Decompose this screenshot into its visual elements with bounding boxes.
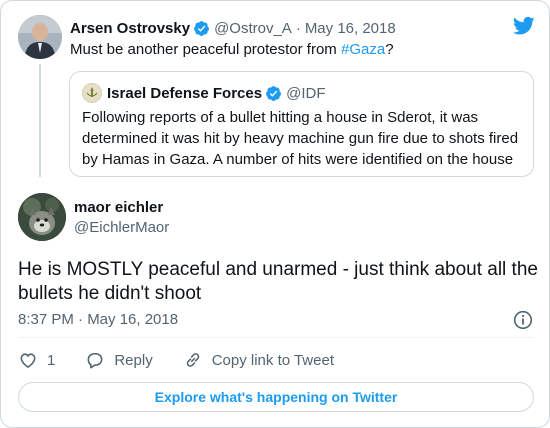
reply-label: Reply	[114, 351, 153, 369]
embedded-tweet-card: Arsen Ostrovsky @Ostrov_A · May 16, 2018…	[0, 0, 550, 428]
hashtag-link[interactable]: #Gaza	[341, 41, 385, 58]
separator-dot: ·	[295, 19, 301, 37]
like-count: 1	[47, 351, 56, 369]
main-author-name[interactable]: maor eichler	[74, 199, 163, 216]
quoted-tweet-text: Following reports of a bullet hitting a …	[82, 109, 519, 168]
verified-badge-icon	[193, 20, 210, 37]
link-icon	[186, 353, 199, 367]
tweet-actions: 1 Reply Copy link to Tweet	[18, 349, 364, 371]
verified-badge-icon	[265, 85, 282, 102]
author-handle[interactable]: @Ostrov_A	[214, 20, 292, 37]
avatar-arsen-ostrovsky[interactable]	[18, 15, 62, 59]
explore-twitter-button[interactable]: Explore what's happening on Twitter	[18, 382, 534, 412]
quoted-author-name[interactable]: Israel Defense Forces	[107, 85, 262, 102]
parent-tweet-header: Arsen Ostrovsky @Ostrov_A · May 16, 2018	[70, 18, 396, 38]
reply-bubble-icon	[87, 352, 103, 369]
like-button[interactable]: 1	[18, 350, 55, 370]
reply-button[interactable]: Reply	[85, 350, 153, 370]
thread-connector-line	[39, 64, 41, 177]
twitter-bird-icon[interactable]	[512, 16, 535, 36]
avatar-maor-eichler[interactable]	[18, 193, 66, 241]
quoted-author-handle[interactable]: @IDF	[286, 85, 325, 102]
copy-link-label: Copy link to Tweet	[211, 351, 334, 369]
parent-text-suffix: ?	[385, 41, 394, 58]
avatar-idf[interactable]	[82, 83, 102, 103]
quoted-tweet[interactable]: Israel Defense Forces @IDF Following rep…	[69, 71, 534, 177]
quoted-tweet-header: Israel Defense Forces @IDF	[82, 83, 325, 103]
author-name[interactable]: Arsen Ostrovsky	[70, 20, 190, 37]
tweet-timestamp[interactable]: 8:37 PM · May 16, 2018	[18, 311, 178, 328]
tweet-date[interactable]: May 16, 2018	[305, 20, 396, 37]
heart-icon	[20, 353, 36, 369]
main-tweet-text: He is MOSTLY peaceful and unarmed - just…	[18, 259, 538, 304]
copy-link-button[interactable]: Copy link to Tweet	[183, 350, 334, 370]
parent-tweet-text: Must be another peaceful protestor from …	[70, 40, 394, 59]
main-author-handle[interactable]: @EichlerMaor	[74, 219, 169, 236]
divider	[18, 337, 534, 338]
parent-text-prefix: Must be another peaceful protestor from	[70, 41, 341, 58]
info-icon[interactable]	[513, 310, 533, 330]
